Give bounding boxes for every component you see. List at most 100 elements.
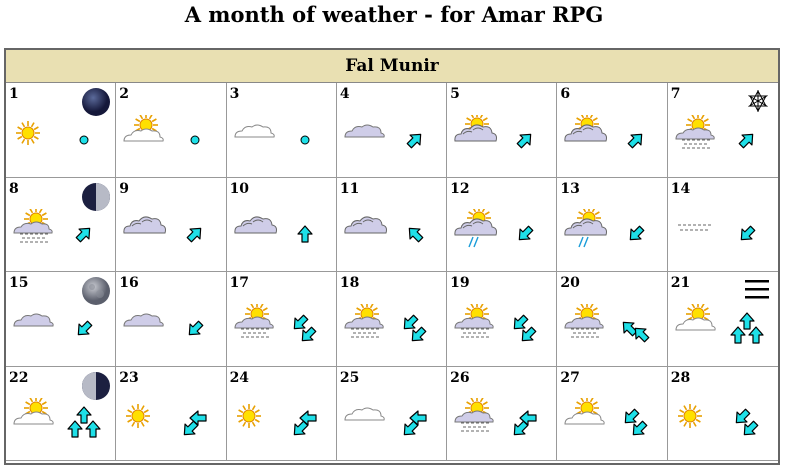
day-number: 19 — [450, 275, 470, 291]
day-cell: 2 — [116, 83, 227, 178]
menu-icon — [744, 278, 770, 306]
weather-icon — [122, 398, 166, 442]
wind-icon — [398, 312, 432, 350]
day-number: 10 — [229, 180, 250, 197]
wind-icon — [178, 312, 212, 350]
day-number: 4 — [339, 86, 350, 102]
day-number: 26 — [450, 369, 470, 386]
day-number: 20 — [560, 275, 580, 291]
wind-icon — [288, 217, 322, 255]
wind-icon — [67, 123, 101, 161]
day-number: 25 — [339, 369, 360, 386]
day-number: 15 — [9, 275, 29, 291]
weather-icon — [453, 301, 497, 348]
weather-icon — [674, 209, 718, 253]
day-number: 3 — [229, 86, 240, 102]
day-cell: 9 — [116, 177, 227, 272]
weather-icon — [674, 301, 718, 348]
wind-icon — [508, 406, 542, 444]
day-cell: 15 — [6, 272, 117, 367]
wind-icon — [508, 312, 542, 350]
day-grid: 1 2 3 4 5 6 7 8 9 10 11 12 13 14 15 16 17 18 19 20 21 22 23 24 2… — [6, 83, 778, 461]
wind-icon — [398, 217, 432, 255]
wind-icon — [619, 217, 653, 255]
day-number: 2 — [119, 86, 130, 102]
weather-icon — [674, 398, 718, 442]
weather-icon — [563, 111, 608, 159]
day-number: 28 — [670, 369, 691, 386]
weather-icon — [12, 207, 56, 253]
moon-phase-icon — [80, 275, 112, 311]
day-number: 7 — [670, 86, 681, 102]
weather-icon — [233, 398, 277, 442]
day-number: 6 — [560, 86, 571, 102]
wind-icon — [619, 123, 653, 161]
day-cell: 28 — [667, 367, 778, 461]
month-header: Fal Munir — [6, 50, 778, 83]
day-number: 1 — [9, 86, 19, 102]
wind-icon — [508, 217, 542, 255]
day-cell: 12 — [447, 177, 558, 272]
day-cell: 13 — [557, 177, 668, 272]
day-number: 11 — [339, 180, 360, 197]
weather-icon — [343, 115, 387, 159]
weather-icon — [674, 112, 718, 159]
day-cell: 27 — [557, 366, 668, 461]
day-number: 5 — [450, 86, 460, 102]
day-cell: 20 — [557, 272, 668, 367]
day-cell: 11 — [336, 177, 448, 272]
weather-icon — [563, 396, 607, 442]
wind-icon — [288, 312, 322, 350]
moon-phase-icon — [80, 370, 112, 406]
day-cell: 26 — [447, 366, 558, 461]
calendar: Fal Munir 1 2 3 4 5 6 7 8 9 10 11 12 13 14 15 16 17 18 19 2… — [4, 48, 780, 465]
wind-icon — [67, 217, 101, 255]
wind-icon — [288, 123, 322, 161]
day-number: 22 — [9, 369, 29, 386]
wind-icon — [398, 123, 432, 161]
day-cell: 5 — [447, 83, 558, 178]
wind-icon — [398, 406, 432, 444]
day-number: 12 — [450, 180, 470, 197]
day-cell: 24 — [226, 366, 337, 461]
day-cell: 22 — [6, 366, 117, 461]
day-number: 13 — [560, 180, 580, 197]
weather-icon — [453, 396, 497, 442]
weather-icon — [343, 301, 387, 348]
weather-icon — [563, 206, 608, 253]
day-cell: 10 — [226, 177, 337, 272]
day-number: 16 — [119, 275, 139, 291]
day-cell: 25 — [336, 366, 448, 461]
day-number: 23 — [119, 369, 139, 386]
day-cell: 1 — [6, 83, 117, 178]
weather-icon — [343, 209, 387, 253]
wind-icon — [730, 406, 764, 444]
day-cell: 18 — [336, 272, 448, 367]
weather-icon — [233, 115, 277, 159]
day-number: 18 — [339, 275, 360, 291]
page-title: A month of weather - for Amar RPG — [184, 2, 604, 27]
weather-icon — [233, 209, 277, 253]
wind-icon — [730, 123, 764, 161]
day-number: 9 — [119, 180, 130, 197]
wind-icon — [288, 406, 322, 444]
day-number: 21 — [670, 275, 691, 291]
day-number: 17 — [229, 275, 250, 291]
moon-phase-icon — [80, 181, 112, 217]
day-number: 24 — [229, 369, 250, 386]
wind-icon — [730, 217, 764, 255]
weather-icon — [563, 301, 607, 348]
weather-icon — [122, 209, 167, 253]
weather-icon — [453, 206, 498, 253]
weather-icon — [12, 115, 56, 159]
weather-icon — [453, 111, 498, 159]
day-number: 14 — [670, 180, 691, 197]
wind-icon — [619, 406, 653, 444]
day-cell: 3 — [226, 83, 337, 178]
day-cell: 21 — [667, 272, 778, 367]
wind-icon — [178, 406, 212, 444]
wind-icon — [178, 123, 212, 161]
moon-phase-icon — [80, 86, 112, 122]
day-number: 8 — [9, 180, 19, 197]
wind-icon — [67, 312, 101, 350]
